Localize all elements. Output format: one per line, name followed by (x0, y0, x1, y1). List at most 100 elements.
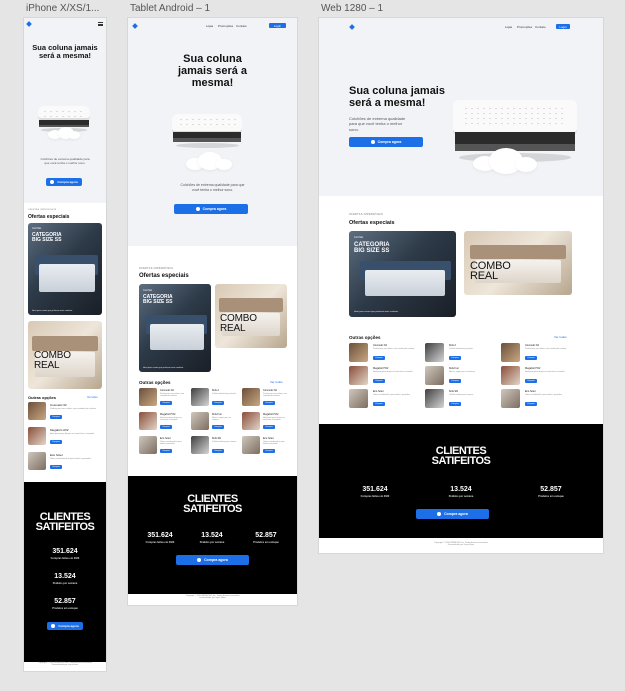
hero-description: Colchões de extrema qualidade para que v… (349, 116, 406, 132)
hero-cta-button[interactable]: Compra agora (46, 178, 82, 186)
hero-description: Colchões de extrema qualidade para que v… (40, 157, 90, 166)
product-item[interactable]: Kids SD Colchão solteiro para crianças. … (191, 436, 239, 456)
product-item[interactable]: Kids Fun Macio e seguro para as crianças… (425, 366, 495, 386)
artboard-label-tablet: Tablet Android – 1 (130, 3, 211, 14)
stat-label: Produtos em estoque (253, 541, 279, 544)
product-item[interactable]: Cosmetic 62 Perfeito para sua coluna, co… (501, 343, 571, 363)
phone-artboard: Sua coluna jamais será a mesma! Colchões … (24, 18, 106, 671)
offer-card-combo-real[interactable]: COMBO REAL (28, 321, 102, 389)
login-button[interactable]: Login (269, 23, 286, 28)
hero-title: Sua coluna jamais será a mesma! (177, 53, 248, 89)
product-item[interactable]: Cosmetic 62 Perfeito para sua coluna, co… (139, 388, 187, 408)
product-item[interactable]: Eco hotel Ótimo custo-benefício para hot… (242, 436, 290, 456)
offers-title: Ofertas especiais (139, 273, 189, 279)
hero-cta-button[interactable]: Compra agora (174, 204, 248, 214)
stat-label: Compras feitas em 2020 (145, 541, 175, 544)
combo-title: COMBO REAL (220, 313, 257, 334)
nav-link-lojas[interactable]: Lojas (206, 24, 213, 28)
product-item[interactable]: Megafort HX2 Ideal para quem deseja um s… (349, 366, 419, 386)
offer-card-title: CATEGORIA BIG SIZE SS (354, 242, 390, 254)
product-item[interactable]: Cosmetic 62 Perfeito para sua coluna, co… (28, 402, 102, 422)
offer-card-tag: Colchão (354, 236, 364, 239)
offer-card-caption: Ideal para casais que preferem mais conf… (32, 310, 73, 312)
offers-eyebrow: OFERTAS IMPERDÍVEIS (349, 213, 384, 216)
cloud-image (515, 157, 537, 172)
footer: Copyright © 2020 WRBSONO Inc. Todos dire… (434, 542, 488, 546)
clients-section: CLIENTES SATIFEITOS 351.624 Compras feita… (319, 424, 603, 538)
product-item[interactable]: Megafort HX2 Ideal para quem deseja um s… (501, 366, 571, 386)
product-item[interactable]: Megafort HX2 Ideal para quem deseja um s… (139, 412, 187, 432)
offer-card-caption: Ideal para casais que preferem mais conf… (354, 311, 399, 313)
nav-link-lojas[interactable]: Lojas (505, 25, 512, 29)
stat-value: 52.857 (54, 598, 76, 605)
nav-link-promocoes[interactable]: Promoções (517, 25, 532, 29)
product-item[interactable]: Megafort HX2 Ideal para quem deseja um s… (28, 427, 102, 447)
footer: Copyright © 2020 WRBSONO Inc. Todos dire… (185, 595, 240, 599)
cloud-image (68, 131, 80, 139)
cart-icon (51, 624, 56, 628)
product-item[interactable]: Megafort HX2 Ideal para quem deseja um s… (242, 412, 290, 432)
offer-card-big-size[interactable]: Colchão CATEGORIA BIG SIZE SS Ideal para … (28, 223, 102, 315)
offer-card-big-size[interactable]: Colchão CATEGORIA BIG SIZE SS Ideal para … (139, 284, 211, 372)
nav-link-promocoes[interactable]: Promoções (218, 24, 233, 28)
tablet-artboard: Lojas Promoções Contato Login Sua coluna… (128, 18, 297, 605)
offer-card-combo-real[interactable]: COMBO REAL (464, 231, 572, 295)
offers-eyebrow: OFERTAS IMPERDÍVEIS (139, 267, 174, 270)
offers-title: Ofertas especiais (28, 214, 70, 220)
product-item[interactable]: Kids 2 Colchão infantil com proteção. Co… (191, 388, 239, 408)
stat-value: 52.857 (255, 532, 277, 539)
offers-title: Ofertas especiais (349, 220, 395, 226)
clients-cta-button[interactable]: Compra agora (176, 555, 249, 565)
offers-eyebrow: OFERTAS IMPERDÍVEIS (28, 209, 57, 211)
stat-label: Produtos em estoque (538, 495, 564, 498)
login-button[interactable]: Login (556, 24, 570, 29)
product-item[interactable]: Kids SD Colchão solteiro para crianças. … (425, 389, 495, 409)
product-item[interactable]: Eco hotel Ótimo custo-benefício para hot… (139, 436, 187, 456)
nav-link-contato[interactable]: Contato (236, 24, 247, 28)
cart-icon (437, 512, 442, 516)
combo-title: COMBO REAL (470, 260, 511, 283)
options-title: Outras opções (349, 335, 381, 340)
clients-title: CLIENTES SATIFEITOS (431, 445, 491, 468)
stat-label: Pedidos por semana (199, 541, 225, 544)
hero-cta-button[interactable]: Compra agora (349, 137, 423, 147)
stat-label: Compras feitas em 2020 (360, 495, 390, 498)
offer-card-tag: Colchão (143, 289, 153, 292)
stat-value: 351.624 (362, 486, 388, 493)
web-artboard: Lojas Promoções Contato Login Sua coluna… (319, 18, 603, 553)
clients-section: CLIENTES SATIFEITOS 351.624 Compras feita… (24, 482, 106, 662)
hero-title: Sua coluna jamais será a mesma! (349, 85, 445, 109)
options-title: Outras opções (28, 395, 57, 400)
product-item[interactable]: Cosmetic 62 Perfeito para sua coluna, co… (242, 388, 290, 408)
combo-title: COMBO REAL (34, 350, 71, 371)
product-item[interactable]: Cosmetic 62 Perfeito para sua coluna, co… (349, 343, 419, 363)
menu-icon[interactable] (98, 22, 103, 26)
phone-hero: Sua coluna jamais será a mesma! Colchões … (24, 18, 106, 203)
options-see-all-link[interactable]: Ver todos (270, 380, 283, 384)
hero-description: Colchões de extrema qualidade para que v… (180, 183, 245, 192)
stat-value: 13.524 (54, 573, 76, 580)
product-item[interactable]: Eco hotel Ótimo custo-benefício para hot… (349, 389, 419, 409)
product-item[interactable]: Eco hotel Ótimo custo-benefício para hot… (501, 389, 571, 409)
logo-icon[interactable] (132, 23, 138, 29)
offer-card-big-size[interactable]: Colchão CATEGORIA BIG SIZE SS Ideal para … (349, 231, 456, 317)
product-item[interactable]: Eco hotel Ótimo custo-benefício para hot… (28, 452, 102, 472)
artboard-label-web: Web 1280 – 1 (321, 3, 384, 14)
offer-card-title: CATEGORIA BIG SIZE SS (32, 232, 62, 243)
options-see-all-link[interactable]: Ver todos (87, 396, 98, 399)
offer-card-combo-real[interactable]: COMBO REAL (215, 284, 287, 348)
cart-icon (50, 180, 55, 184)
stat-label: Compras feitas em 2020 (50, 557, 80, 560)
cart-icon (197, 558, 202, 562)
clients-cta-button[interactable]: Compra agora (47, 622, 83, 630)
clients-section: CLIENTES SATIFEITOS 351.624 Compras feita… (128, 476, 297, 594)
logo-icon[interactable] (26, 21, 32, 27)
nav-link-contato[interactable]: Contato (535, 25, 546, 29)
clients-cta-button[interactable]: Compra agora (416, 509, 489, 519)
logo-icon[interactable] (349, 24, 355, 30)
offer-card-tag: Colchão (32, 227, 42, 230)
product-item[interactable]: Kids Fun Macio e seguro para as crianças… (191, 412, 239, 432)
clients-title: CLIENTES SATIFEITOS (183, 493, 242, 516)
options-see-all-link[interactable]: Ver todos (554, 335, 567, 339)
product-item[interactable]: Kids 2 Colchão infantil com proteção. Co… (425, 343, 495, 363)
